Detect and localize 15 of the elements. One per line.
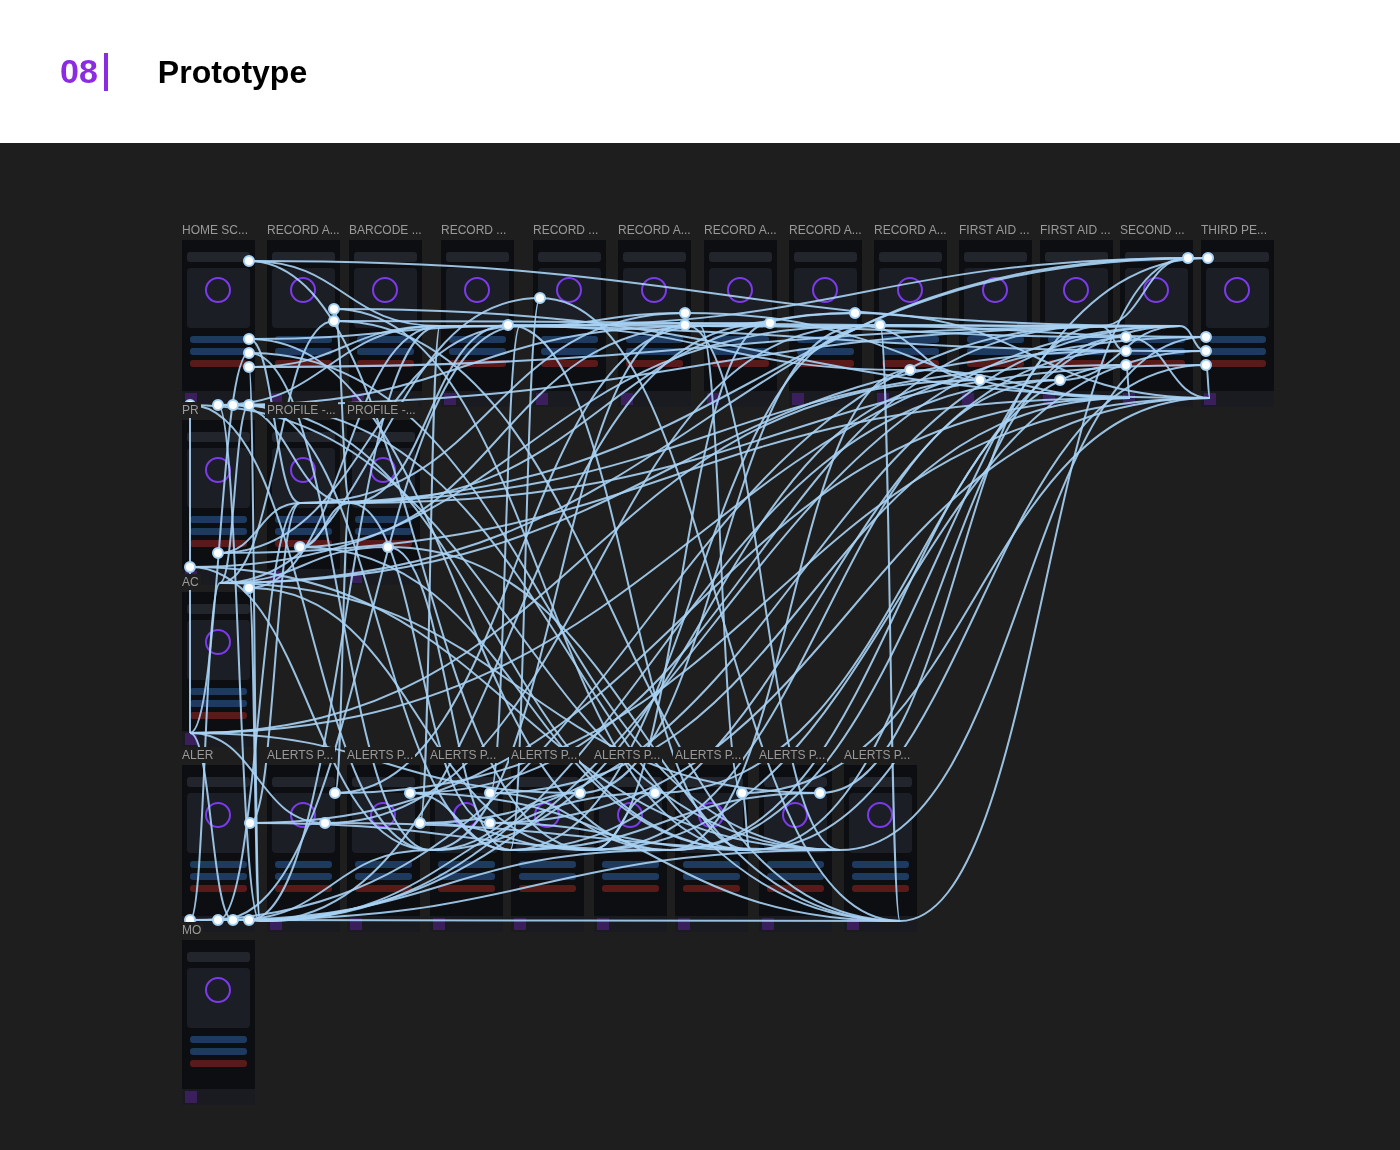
frame-label: ALERTS P... <box>842 747 913 763</box>
frame-label: ALERTS P... <box>345 747 416 763</box>
frame-label: ALERTS P... <box>509 747 580 763</box>
frame-label: PROFILE -... <box>345 402 418 418</box>
section-title: Prototype <box>157 52 308 92</box>
frame-label: ALERTS P... <box>757 747 828 763</box>
frame-label: ALERTS P... <box>265 747 336 763</box>
frame-label: ALER <box>180 747 216 763</box>
frame-label: PR <box>180 402 201 418</box>
frame-label: ALERTS P... <box>428 747 499 763</box>
frame-label: ALERTS P... <box>592 747 663 763</box>
frame-label: ALERTS P... <box>673 747 744 763</box>
frame-label: PROFILE -... <box>265 402 338 418</box>
frame-label: AC <box>180 574 201 590</box>
section-number: 08 <box>60 51 98 92</box>
